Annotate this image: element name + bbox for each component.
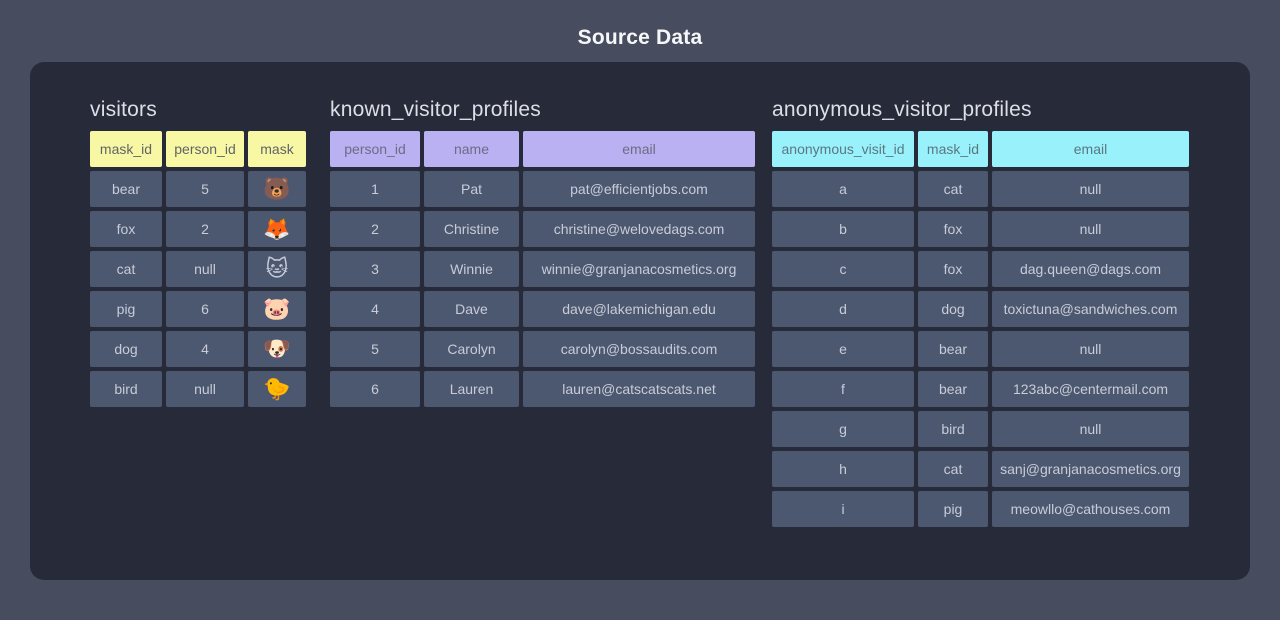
table-cell: null (992, 331, 1189, 367)
table-cell: Pat (424, 171, 519, 207)
table-cell: Dave (424, 291, 519, 327)
table-cell: cat (918, 171, 988, 207)
mask-emoji-cell: 🐻 (248, 171, 306, 207)
table-cell: 6 (166, 291, 244, 327)
table-title: visitors (90, 98, 306, 122)
table-cell: 123abc@centermail.com (992, 371, 1189, 407)
page-title: Source Data (0, 26, 1280, 50)
table-cell: lauren@catscatscats.net (523, 371, 755, 407)
table-cell: 4 (166, 331, 244, 367)
table-anonymous_visitor_profiles: anonymous_visitor_profiles anonymous_visi… (772, 98, 1189, 527)
table-cell: 5 (166, 171, 244, 207)
table-cell: f (772, 371, 914, 407)
table-cell: b (772, 211, 914, 247)
table-cell: Winnie (424, 251, 519, 287)
column-header: name (424, 131, 519, 167)
table-cell: fox (90, 211, 162, 247)
table-cell: bear (90, 171, 162, 207)
table-cell: null (166, 251, 244, 287)
table-cell: null (992, 211, 1189, 247)
source-data-panel: visitorsmask_idperson_idmaskbear5🐻fox2🦊c… (30, 62, 1250, 580)
table-cell: dog (918, 291, 988, 327)
table-cell: pig (918, 491, 988, 527)
column-header: mask_id (90, 131, 162, 167)
table-cell: d (772, 291, 914, 327)
table-cell: null (166, 371, 244, 407)
table-cell: 2 (330, 211, 420, 247)
column-header: person_id (166, 131, 244, 167)
table-cell: pat@efficientjobs.com (523, 171, 755, 207)
table-title: anonymous_visitor_profiles (772, 98, 1189, 122)
column-header: mask_id (918, 131, 988, 167)
table-known_visitor_profiles: known_visitor_profiles person_idnameemail… (330, 98, 755, 407)
table-cell: cat (918, 451, 988, 487)
table-cell: null (992, 171, 1189, 207)
mask-emoji-cell: 🐱 (248, 251, 306, 287)
table-cell: pig (90, 291, 162, 327)
mask-emoji-cell: 🐶 (248, 331, 306, 367)
table-cell: dog (90, 331, 162, 367)
table-grid: person_idnameemail 1Patpat@efficientjobs.… (330, 131, 755, 407)
table-cell: meowllo@cathouses.com (992, 491, 1189, 527)
table-cell: bear (918, 331, 988, 367)
table-cell: 6 (330, 371, 420, 407)
table-cell: 2 (166, 211, 244, 247)
column-header: person_id (330, 131, 420, 167)
table-cell: Lauren (424, 371, 519, 407)
table-grid: anonymous_visit_idmask_idemailacatnullbf… (772, 131, 1189, 527)
mask-emoji-cell: 🦊 (248, 211, 306, 247)
table-title: known_visitor_profiles (330, 98, 755, 122)
column-header: email (992, 131, 1189, 167)
tables-row: visitorsmask_idperson_idmaskbear5🐻fox2🦊c… (30, 62, 1250, 580)
table-cell: winnie@granjanacosmetics.org (523, 251, 755, 287)
table-cell: cat (90, 251, 162, 287)
table-cell: bird (918, 411, 988, 447)
table-cell: 3 (330, 251, 420, 287)
table-cell: fox (918, 211, 988, 247)
table-cell: bird (90, 371, 162, 407)
table-cell: e (772, 331, 914, 367)
table-cell: g (772, 411, 914, 447)
table-cell: 5 (330, 331, 420, 367)
table-cell: carolyn@bossaudits.com (523, 331, 755, 367)
app-root: Source Data visitorsmask_idperson_idmask… (0, 0, 1280, 620)
table-cell: Carolyn (424, 331, 519, 367)
table-cell: 4 (330, 291, 420, 327)
table-cell: Christine (424, 211, 519, 247)
table-cell: i (772, 491, 914, 527)
column-header: mask (248, 131, 306, 167)
table-cell: dag.queen@dags.com (992, 251, 1189, 287)
table-visitors: visitors mask_idperson_idmask bear5🐻 fox2🦊 c… (90, 98, 306, 407)
table-cell: sanj@granjanacosmetics.org (992, 451, 1189, 487)
table-cell: 1 (330, 171, 420, 207)
table-cell: a (772, 171, 914, 207)
table-cell: bear (918, 371, 988, 407)
column-header: anonymous_visit_id (772, 131, 914, 167)
column-header: email (523, 131, 755, 167)
table-grid: mask_idperson_idmaskbear5🐻fox2🦊catnull🐱p… (90, 131, 306, 407)
mask-emoji-cell: 🐤 (248, 371, 306, 407)
table-cell: null (992, 411, 1189, 447)
table-cell: toxictuna@sandwiches.com (992, 291, 1189, 327)
table-cell: dave@lakemichigan.edu (523, 291, 755, 327)
table-cell: fox (918, 251, 988, 287)
table-cell: christine@welovedags.com (523, 211, 755, 247)
table-cell: c (772, 251, 914, 287)
mask-emoji-cell: 🐷 (248, 291, 306, 327)
table-cell: h (772, 451, 914, 487)
